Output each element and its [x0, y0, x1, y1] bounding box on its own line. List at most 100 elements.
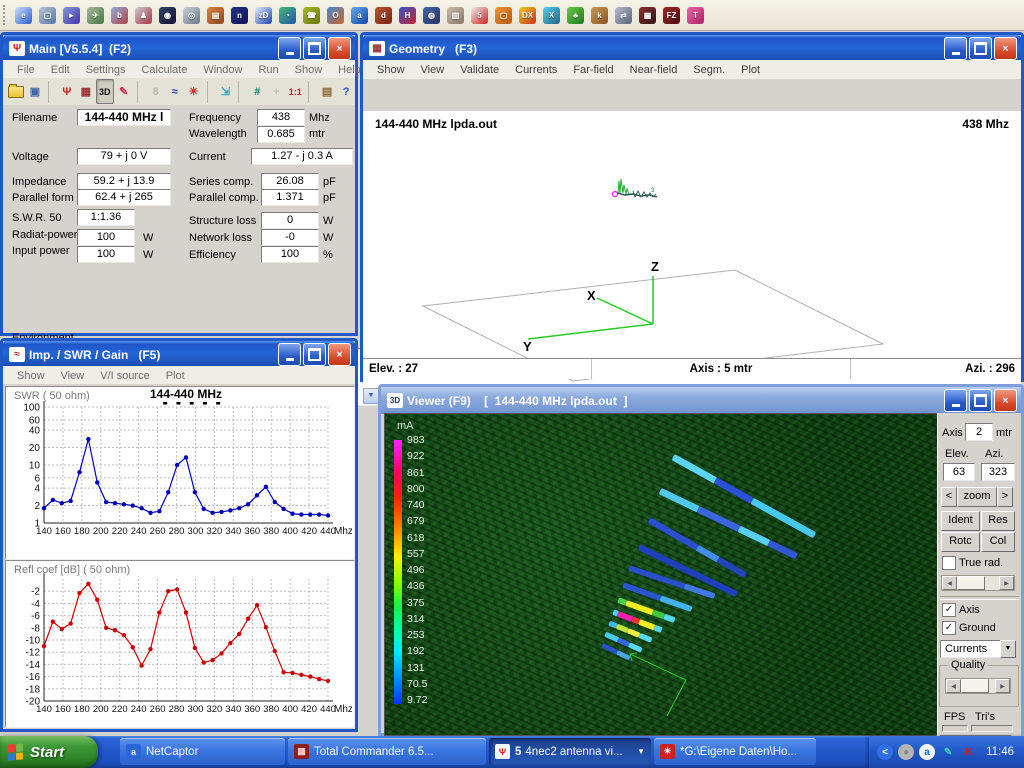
axis-checkbox[interactable]: ✓	[942, 603, 956, 617]
quicklaunch-icon-9[interactable]: ▤	[207, 7, 224, 24]
geometry-menu-segm-[interactable]: Segm.	[685, 62, 733, 78]
main-menu-6[interactable]: Show	[287, 62, 331, 78]
parallel-form-field[interactable]: 62.4 + j 265	[77, 189, 171, 206]
rad-scrollbar[interactable]: ◀ ▶	[941, 575, 1015, 591]
maximize-button[interactable]	[303, 343, 326, 366]
zoom-button[interactable]: zoom	[957, 487, 997, 507]
tray-antivirus-icon[interactable]: K	[961, 744, 977, 760]
main-menu-0[interactable]: File	[9, 62, 43, 78]
refl-chart-panel[interactable]: 1401601802002202402602803003203403603804…	[5, 560, 355, 728]
scale-1-1-button[interactable]: 1:1	[286, 79, 304, 104]
close-button[interactable]: ×	[328, 37, 351, 60]
quicklaunch-icon-6[interactable]: ♟	[135, 7, 152, 24]
pattern-button[interactable]: ✳	[185, 79, 203, 104]
axis-input[interactable]: 2	[965, 423, 993, 441]
scroll-down-icon[interactable]: ▼	[363, 387, 379, 404]
quicklaunch-icon-25[interactable]: k	[591, 7, 608, 24]
radiat-power-field[interactable]: 100	[77, 229, 135, 246]
quicklaunch-icon-23[interactable]: X	[543, 7, 560, 24]
export-button[interactable]: ⇲	[216, 79, 234, 104]
3d-viewer-button[interactable]: 3D	[96, 79, 114, 104]
impedance-field[interactable]: 59.2 + j 13.9	[77, 173, 171, 190]
quicklaunch-icon-4[interactable]: ✈	[87, 7, 104, 24]
quicklaunch-icon-2[interactable]: ▢	[39, 7, 56, 24]
geometry-button[interactable]: ▦	[77, 79, 95, 104]
geometry-menu-show[interactable]: Show	[369, 62, 413, 78]
current-field[interactable]: 1.27 - j 0.3 A	[251, 148, 353, 165]
close-button[interactable]: ×	[994, 37, 1017, 60]
minimize-button[interactable]	[944, 389, 967, 412]
quicklaunch-icon-7[interactable]: ◉	[159, 7, 176, 24]
main-titlebar[interactable]: Ψ Main [V5.5.4] (F2) ×	[3, 35, 355, 62]
main-menu-5[interactable]: Run	[250, 62, 286, 78]
close-button[interactable]: ×	[328, 343, 351, 366]
taskbar-task-2[interactable]: ▦Total Commander 6.5...	[288, 738, 486, 765]
quicklaunch-icon-19[interactable]: ▥	[447, 7, 464, 24]
network-loss-field[interactable]: -0	[261, 229, 319, 246]
tray-pen-icon[interactable]: ✎	[940, 744, 956, 760]
minimize-button[interactable]	[944, 37, 967, 60]
quicklaunch-icon-16[interactable]: d	[375, 7, 392, 24]
book-button[interactable]: ▤	[318, 79, 336, 104]
quicklaunch-icon-18[interactable]: ◍	[423, 7, 440, 24]
geometry-menu-validate[interactable]: Validate	[452, 62, 507, 78]
quicklaunch-icon-15[interactable]: a	[351, 7, 368, 24]
quicklaunch-icon-28[interactable]: FZ	[663, 7, 680, 24]
start-button[interactable]: Start	[0, 736, 98, 768]
zoom-in-button[interactable]: >	[997, 487, 1013, 507]
rotc-button[interactable]: Rotc	[941, 532, 980, 552]
maximize-button[interactable]	[969, 37, 992, 60]
structure-loss-field[interactable]: 0	[261, 212, 319, 229]
geometry-menu-far-field[interactable]: Far-field	[565, 62, 621, 78]
quicklaunch-icon-21[interactable]: ▢	[495, 7, 512, 24]
taskbar-task-1[interactable]: aNetCaptor	[120, 738, 285, 765]
maximize-button[interactable]	[303, 37, 326, 60]
elev-input[interactable]: 63	[943, 463, 975, 481]
quality-slider[interactable]: ◀ ▶	[945, 678, 1011, 694]
quicklaunch-icon-20[interactable]: 5	[471, 7, 488, 24]
calculate-button[interactable]: #	[248, 79, 266, 104]
display-mode-select[interactable]: Currents	[940, 640, 1006, 658]
swr-menu-1[interactable]: View	[53, 368, 93, 384]
ident-button[interactable]: Ident	[941, 511, 980, 531]
geometry-menu-currents[interactable]: Currents	[507, 62, 565, 78]
scroll-thumb[interactable]	[957, 576, 985, 590]
scroll-right-icon[interactable]: ▶	[995, 679, 1010, 693]
ground-checkbox[interactable]: ✓	[942, 621, 956, 635]
true-rad-checkbox[interactable]	[942, 556, 956, 570]
swr-menu-2[interactable]: V/I source	[92, 368, 158, 384]
tray-browser-icon[interactable]: a	[919, 744, 935, 760]
geometry-menu-near-field[interactable]: Near-field	[622, 62, 686, 78]
quicklaunch-icon-13[interactable]: ☎	[303, 7, 320, 24]
scroll-left-icon[interactable]: ◀	[942, 576, 957, 590]
help-button[interactable]: ?	[337, 79, 355, 104]
parallel-comp-field[interactable]: 1.371	[261, 189, 319, 206]
geometry-menu-view[interactable]: View	[413, 62, 453, 78]
quicklaunch-icon-29[interactable]: T	[687, 7, 704, 24]
geometry-canvas[interactable]: 144-440 MHz lpda.out 438 Mhz Z X Y 3	[363, 111, 1021, 389]
quicklaunch-icon-10[interactable]: n	[231, 7, 248, 24]
tray-ball-icon[interactable]: ●	[898, 744, 914, 760]
main-menu-3[interactable]: Calculate	[133, 62, 195, 78]
main-menu-2[interactable]: Settings	[78, 62, 134, 78]
tray-collapse-icon[interactable]: <	[877, 744, 893, 760]
save-button[interactable]: ▣	[26, 79, 44, 104]
quicklaunch-icon-14[interactable]: O	[327, 7, 344, 24]
quicklaunch-icon-26[interactable]: ⇄	[615, 7, 632, 24]
scroll-right-icon[interactable]: ▶	[999, 576, 1014, 590]
zoom-out-button[interactable]: <	[941, 487, 957, 507]
voltage-field[interactable]: 79 + j 0 V	[77, 148, 171, 165]
input-power-field[interactable]: 100	[77, 246, 135, 263]
geometry-titlebar[interactable]: ▦ Geometry (F3) ×	[363, 35, 1021, 62]
quicklaunch-icon-5[interactable]: b	[111, 7, 128, 24]
maximize-button[interactable]	[969, 389, 992, 412]
quicklaunch-icon-11[interactable]: zD	[255, 7, 272, 24]
azi-input[interactable]: 323	[981, 463, 1015, 481]
main-menu-1[interactable]: Edit	[43, 62, 78, 78]
plot-button[interactable]: ≈	[166, 79, 184, 104]
quicklaunch-icon-17[interactable]: H	[399, 7, 416, 24]
filename-field[interactable]: 144-440 MHz l	[77, 109, 171, 126]
task-group-arrow-icon[interactable]: ▼	[632, 747, 645, 756]
viewer-titlebar[interactable]: 3D Viewer (F9) [ 144-440 MHz lpda.out ] …	[381, 387, 1021, 414]
open-file-button[interactable]	[7, 79, 25, 104]
